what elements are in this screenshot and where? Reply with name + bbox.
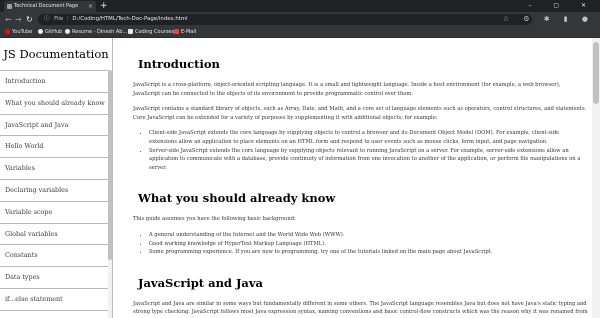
nav-link-introduction[interactable]: Introduction xyxy=(0,70,112,92)
section-what-you-should-already-know: What you should already know This guide … xyxy=(121,191,592,256)
bookmark-youtube[interactable]: YouTube xyxy=(5,27,32,37)
paragraph: JavaScript contains a standard library o… xyxy=(133,106,587,121)
nav-link-global-variables[interactable]: Global variables xyxy=(0,222,112,245)
nav-link-constants[interactable]: Constants xyxy=(0,244,112,266)
page-scrollbar[interactable] xyxy=(592,38,600,318)
nav-link-javascript-and-java[interactable]: JavaScript and Java xyxy=(0,113,112,136)
main-doc: Introduction JavaScript is a cross-platf… xyxy=(121,38,592,318)
nav-link-declaring-variables[interactable]: Declaring variables xyxy=(0,178,112,201)
nav-link-hello-world[interactable]: Hello World xyxy=(0,135,112,157)
list-item: A general understanding of the Internet … xyxy=(149,231,588,240)
section-title: What you should already know xyxy=(138,191,336,206)
resume-icon xyxy=(65,29,70,34)
bookmark-github[interactable]: GitHub xyxy=(38,27,62,37)
paragraph: This guide assumes you have the followin… xyxy=(133,216,296,223)
list-item: Client-side JavaScript extends the core … xyxy=(149,129,588,146)
nav-link-variable-scope[interactable]: Variable scope xyxy=(0,200,112,223)
paragraph: JavaScript is a cross-platform, object-o… xyxy=(133,82,561,97)
reload-button[interactable]: ↻ xyxy=(26,14,33,25)
section-title: JavaScript and Java xyxy=(138,275,264,290)
page-scrollbar-thumb[interactable] xyxy=(593,42,599,104)
section-javascript-and-java: JavaScript and Java JavaScript and Java … xyxy=(121,276,592,318)
nav-scrollbar-thumb[interactable] xyxy=(108,70,112,260)
section-title: Introduction xyxy=(138,57,220,71)
nav-header: JS Documentation xyxy=(0,38,112,70)
url-text[interactable]: D:/Coding/HTML/Tech-Doc-Page/index.html xyxy=(72,16,187,22)
bookmark-coding-courses[interactable]: Coding Courses xyxy=(128,27,174,37)
navbar: JS Documentation Introduction What you s… xyxy=(0,38,113,318)
new-tab-button[interactable]: + xyxy=(100,0,108,12)
paragraph: JavaScript and Java are similar in some … xyxy=(133,300,588,318)
list-item: Some programming experience. If you are … xyxy=(149,248,588,257)
close-tab-icon[interactable]: × xyxy=(88,1,93,12)
nav-link-data-types[interactable]: Data types xyxy=(0,266,112,288)
url-separator: | xyxy=(66,16,69,22)
section-introduction: Introduction JavaScript is a cross-platf… xyxy=(121,57,592,172)
browser-toolbar: ← → ↻ ⓘ File | D:/Coding/HTML/Tech-Doc-P… xyxy=(0,12,600,27)
forward-button[interactable]: → xyxy=(15,14,22,25)
nav-link-if-else-statement[interactable]: if...else statement xyxy=(0,287,112,310)
nav-scrollbar[interactable] xyxy=(108,70,112,318)
url-protocol: File xyxy=(54,16,64,22)
browser-tab[interactable]: Technical Document Page × xyxy=(4,1,96,12)
github-icon xyxy=(38,29,43,34)
nav-link-what-you-should-already-know[interactable]: What you should already know xyxy=(0,91,112,114)
bookmark-resume[interactable]: Resume - Dinesh Ab... xyxy=(65,27,127,37)
bullet-list: Client-side JavaScript extends the core … xyxy=(149,129,588,172)
address-bar[interactable]: ⓘ File | D:/Coding/HTML/Tech-Doc-Page/in… xyxy=(38,14,532,25)
extension-icons[interactable]: ☆ ⚙ ✱ ▮ ● xyxy=(503,14,594,25)
window-controls[interactable]: – ▢ ✕ xyxy=(528,0,596,12)
bookmark-email[interactable]: E-Mail xyxy=(174,27,196,37)
back-button[interactable]: ← xyxy=(5,14,12,25)
tab-title: Technical Document Page xyxy=(14,3,79,9)
list-item: Server-side JavaScript extends the core … xyxy=(149,147,588,173)
coding-courses-icon xyxy=(128,29,133,34)
youtube-icon xyxy=(5,29,10,34)
browser-tab-bar: Technical Document Page × + – ▢ ✕ xyxy=(0,0,600,12)
nav-link-variables[interactable]: Variables xyxy=(0,157,112,179)
bookmarks-bar: YouTube GitHub Resume - Dinesh Ab... Cod… xyxy=(0,27,600,38)
site-info-icon[interactable]: ⓘ xyxy=(44,16,49,22)
email-icon xyxy=(174,29,179,34)
bullet-list: A general understanding of the Internet … xyxy=(149,231,588,257)
page-favicon-icon xyxy=(7,4,12,9)
list-item: Good working knowledge of HyperText Mark… xyxy=(149,240,588,249)
nav-link-while-statement[interactable]: While statement xyxy=(0,309,112,318)
